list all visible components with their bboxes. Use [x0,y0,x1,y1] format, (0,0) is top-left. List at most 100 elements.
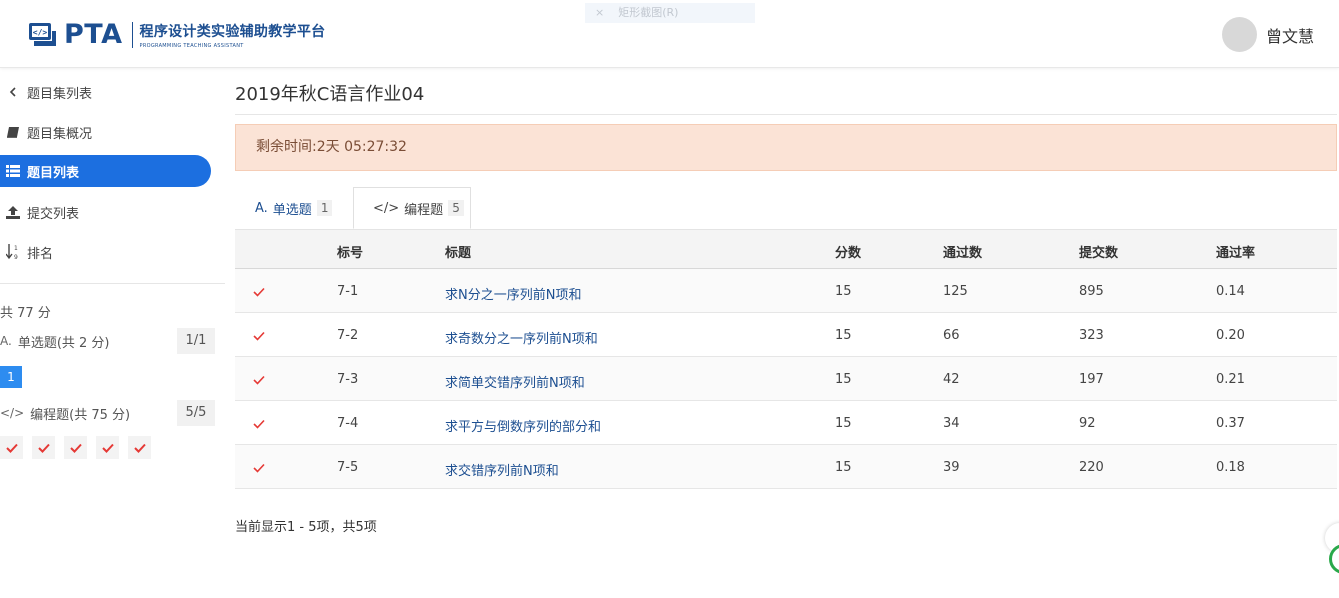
tab-single-choice[interactable]: A. 单选题 1 [235,187,353,229]
problem-link[interactable]: 求简单交错序列前N项和 [445,372,585,391]
tab-label: 单选题 [272,202,312,218]
screenshot-tooltip: × 矩形截图(R) [585,3,755,23]
tab-count-badge: 1 [316,200,333,216]
category-label: 单选题(共 2 分) [17,335,110,351]
code-prefix: </> [0,406,25,420]
cell-rate: 0.20 [1216,328,1245,343]
svg-text:9: 9 [14,254,18,260]
table-header: 标号 标题 分数 通过数 提交数 通过率 [235,229,1337,269]
svg-text:1: 1 [14,245,18,252]
upload-icon [4,205,22,219]
check-icon[interactable] [64,436,87,459]
page-title: 2019年秋C语言作业04 [235,84,425,105]
table-row[interactable]: 7-1 求N分之一序列前N项和 15 125 895 0.14 [235,269,1337,313]
check-icon [253,418,265,433]
logo-en: PROGRAMMING TEACHING ASSISTANT [139,42,244,49]
sidebar-item-problem-sets[interactable]: 题目集列表 [0,76,211,108]
logo-cn: 程序设计类实验辅助教学平台 [139,23,326,40]
cell-pass: 125 [943,284,968,299]
tab-count-badge: 5 [448,200,464,216]
choice-prefix: A. [0,334,12,348]
check-icon[interactable] [0,436,23,459]
cell-score: 15 [835,372,852,387]
cell-pass: 34 [943,416,960,431]
code-monitor-icon: </> [28,22,58,48]
cell-submit: 323 [1079,328,1104,343]
cell-score: 15 [835,328,852,343]
cell-rate: 0.21 [1216,372,1245,387]
header-title[interactable]: 标题 [445,242,471,261]
username[interactable]: 曾文慧 [1266,23,1314,47]
tab-programming[interactable]: </> 编程题 5 [353,187,471,229]
problem-link[interactable]: 求N分之一序列前N项和 [445,284,581,303]
sidebar-item-submissions[interactable]: 提交列表 [0,196,211,228]
sidebar-item-label: 排名 [27,246,54,262]
category-single-choice[interactable]: A. 单选题(共 2 分) 1/1 [0,328,215,354]
table-row[interactable]: 7-3 求简单交错序列前N项和 15 42 197 0.21 [235,357,1337,401]
table-row[interactable]: 7-2 求奇数分之一序列前N项和 15 66 323 0.20 [235,313,1337,357]
check-icon [253,462,265,477]
cell-pass: 66 [943,328,960,343]
question-number-1[interactable]: 1 [0,366,22,388]
total-score: 共 77 分 [0,306,51,321]
sidebar-item-overview[interactable]: 题目集概况 [0,116,211,148]
sort-numeric-icon: 19 [4,244,22,260]
sidebar-divider [0,283,225,284]
cell-no: 7-1 [337,284,359,299]
header-pass[interactable]: 通过数 [943,242,982,261]
check-icon[interactable] [96,436,119,459]
cell-submit: 92 [1079,416,1096,431]
sidebar: 题目集列表 题目集概况 题目列表 提交列表 19 排名 共 77 分 A. 单选… [0,68,225,598]
header-no[interactable]: 标号 [337,242,363,261]
header-score[interactable]: 分数 [835,242,861,261]
check-icon[interactable] [128,436,151,459]
sidebar-item-label: 题目集列表 [27,86,93,102]
cell-score: 15 [835,416,852,431]
header-submit[interactable]: 提交数 [1079,242,1118,261]
problem-table: 标号 标题 分数 通过数 提交数 通过率 7-1 求N分之一序列前N项和 15 … [235,229,1337,489]
category-count: 1/1 [177,328,215,354]
sidebar-item-ranking[interactable]: 19 排名 [0,236,211,268]
cell-rate: 0.18 [1216,460,1245,475]
svg-text:</>: </> [33,28,48,37]
cell-rate: 0.37 [1216,416,1245,431]
cell-submit: 895 [1079,284,1104,299]
book-icon [4,126,22,139]
cell-no: 7-4 [337,416,359,431]
code-icon: </> [373,200,400,216]
sidebar-item-label: 题目集概况 [27,126,93,142]
table-row[interactable]: 7-5 求交错序列前N项和 15 39 220 0.18 [235,445,1337,489]
cell-submit: 197 [1079,372,1104,387]
header-rate[interactable]: 通过率 [1216,242,1255,261]
programming-status-list [0,436,151,459]
problem-type-tabs: A. 单选题 1 </> 编程题 5 [235,187,1337,229]
tab-label: 编程题 [404,202,444,218]
check-icon[interactable] [32,436,55,459]
cell-submit: 220 [1079,460,1104,475]
table-row[interactable]: 7-4 求平方与倒数序列的部分和 15 34 92 0.37 [235,401,1337,445]
problem-link[interactable]: 求交错序列前N项和 [445,460,559,479]
sidebar-item-problem-list[interactable]: 题目列表 [0,155,211,187]
user-menu[interactable]: 曾文慧 [1221,17,1314,52]
check-icon [253,286,265,301]
problem-link[interactable]: 求奇数分之一序列前N项和 [445,328,598,347]
pagination-info: 当前显示1 - 5项，共5项 [235,520,377,535]
check-icon [253,330,265,345]
top-header: </> PTA 程序设计类实验辅助教学平台 PROGRAMMING TEACHI… [0,0,1339,68]
chevron-left-icon [4,87,22,97]
logo-separator [131,21,133,48]
cell-pass: 39 [943,460,960,475]
category-programming[interactable]: </> 编程题(共 75 分) 5/5 [0,400,215,426]
cell-no: 7-2 [337,328,359,343]
category-count: 5/5 [177,400,215,426]
cell-no: 7-5 [337,460,359,475]
cell-score: 15 [835,284,852,299]
avatar[interactable] [1221,17,1257,52]
title-divider [235,114,1337,115]
logo-text: PTA [64,19,123,50]
problem-link[interactable]: 求平方与倒数序列的部分和 [445,416,601,435]
list-icon [4,165,22,177]
cell-no: 7-3 [337,372,359,387]
cell-score: 15 [835,460,852,475]
pta-logo[interactable]: </> PTA 程序设计类实验辅助教学平台 PROGRAMMING TEACHI… [28,19,325,50]
